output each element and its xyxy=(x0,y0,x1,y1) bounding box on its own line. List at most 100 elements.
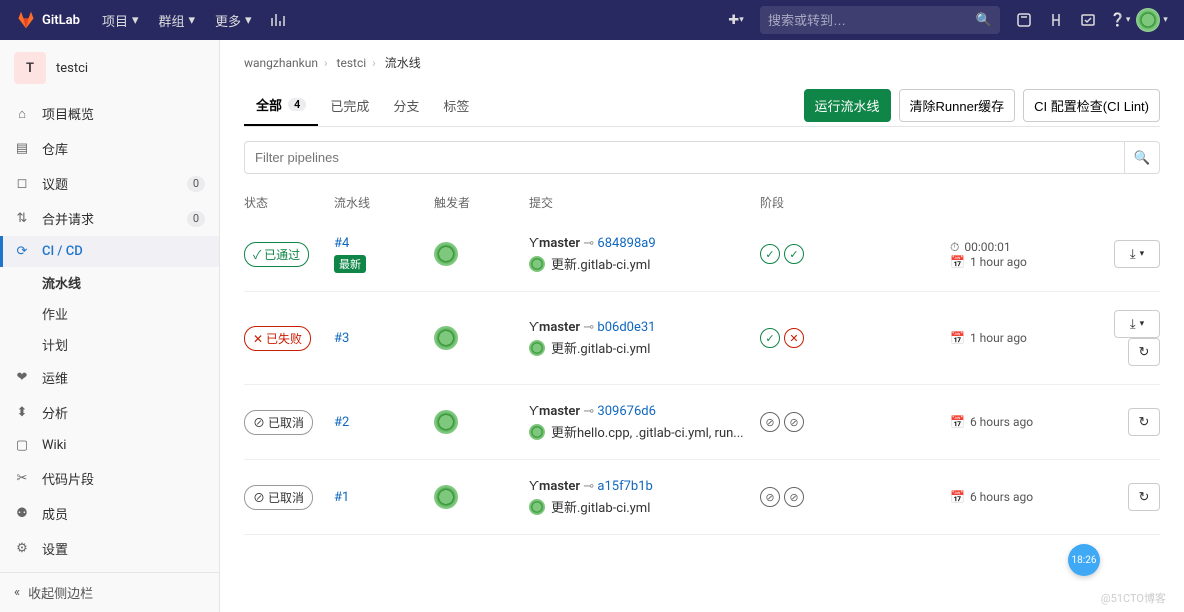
pipeline-row: ⊘ 已取消 #1 Ƴmaster ⊸ a15f7b1b 更新.gitlab-ci… xyxy=(244,460,1160,535)
sidebar-item-repo[interactable]: ▤仓库 xyxy=(0,131,219,166)
analytics-icon: ⬍ xyxy=(14,405,30,420)
triggerer-avatar[interactable] xyxy=(434,326,458,350)
branch-link[interactable]: master xyxy=(539,479,580,494)
brand[interactable]: GitLab xyxy=(16,10,80,30)
col-pipeline: 流水线 xyxy=(334,194,434,211)
home-icon: ⌂ xyxy=(14,106,30,122)
sidebar-item-issues[interactable]: ◻议题0 xyxy=(0,166,219,201)
retry-button[interactable]: ↻ xyxy=(1128,483,1160,511)
mr-shortcut-icon[interactable] xyxy=(1040,0,1072,40)
sidebar-sub-item[interactable]: 作业 xyxy=(0,298,219,329)
nav-more[interactable]: 更多▾ xyxy=(205,0,262,40)
tab-branches[interactable]: 分支 xyxy=(381,86,431,125)
global-search[interactable]: 🔍 xyxy=(760,6,1000,34)
download-button[interactable]: ⤓▾ xyxy=(1114,310,1160,338)
project-header[interactable]: T testci xyxy=(0,40,219,96)
sidebar-item-wiki[interactable]: ▢ Wiki xyxy=(0,430,219,461)
sidebar-item-ops[interactable]: ❤运维 xyxy=(0,360,219,395)
nav-groups[interactable]: 群组▾ xyxy=(148,0,205,40)
sidebar-item-label: 合并请求 xyxy=(42,209,94,228)
calendar-icon: 📅 xyxy=(950,415,965,429)
sidebar-item-mr[interactable]: ⇅ 合并请求 0 xyxy=(0,201,219,236)
nav-projects[interactable]: 项目▾ xyxy=(92,0,149,40)
stage-fail-icon[interactable]: ✕ xyxy=(784,328,804,348)
commit-message: 更新.gitlab-ci.yml xyxy=(551,254,650,273)
stage-pass-icon[interactable]: ✓ xyxy=(784,244,804,264)
sidebar-item-snippets[interactable]: ✂代码片段 xyxy=(0,461,219,496)
ci-lint-button[interactable]: CI 配置检查(CI Lint) xyxy=(1023,89,1160,122)
filter-search-button[interactable]: 🔍 xyxy=(1124,141,1160,174)
branch-icon: Ƴ xyxy=(529,479,539,494)
stage-pass-icon[interactable]: ✓ xyxy=(760,328,780,348)
branch-icon: Ƴ xyxy=(529,404,539,419)
commit-hash-link[interactable]: 309676d6 xyxy=(597,404,655,419)
sidebar-item-analytics[interactable]: ⬍分析 xyxy=(0,395,219,430)
sidebar-sub-item[interactable]: 流水线 xyxy=(0,267,219,298)
tab-tags[interactable]: 标签 xyxy=(431,86,481,125)
sidebar-item-label: 项目概览 xyxy=(42,104,94,123)
commit-hash-link[interactable]: a15f7b1b xyxy=(597,479,652,494)
count-badge: 0 xyxy=(187,211,205,227)
stage-cancel-icon[interactable]: ⊘ xyxy=(760,487,780,507)
plus-icon[interactable]: ✚ ▾ xyxy=(720,0,752,40)
latest-tag: 最新 xyxy=(334,255,366,273)
tab-all[interactable]: 全部4 xyxy=(244,85,318,126)
sidebar-item-members[interactable]: ⚉成员 xyxy=(0,496,219,531)
commit-hash-link[interactable]: b06d0e31 xyxy=(597,320,655,335)
mr-icon: ⇅ xyxy=(14,211,30,226)
pipeline-id-link[interactable]: #2 xyxy=(334,415,349,430)
time-ago: 1 hour ago xyxy=(970,331,1027,345)
sidebar-item-settings[interactable]: ⚙设置 xyxy=(0,531,219,566)
clear-cache-button[interactable]: 清除Runner缓存 xyxy=(899,89,1016,122)
branch-link[interactable]: master xyxy=(539,236,580,251)
branch-link[interactable]: master xyxy=(539,320,580,335)
triggerer-avatar[interactable] xyxy=(434,485,458,509)
run-pipeline-button[interactable]: 运行流水线 xyxy=(804,89,891,122)
download-button[interactable]: ⤓▾ xyxy=(1114,240,1160,268)
stage-pass-icon[interactable]: ✓ xyxy=(760,244,780,264)
commit-hash-link[interactable]: 684898a9 xyxy=(597,236,655,251)
collapse-sidebar[interactable]: « 收起侧边栏 xyxy=(0,572,219,612)
retry-button[interactable]: ↻ xyxy=(1128,338,1160,366)
sidebar-item-label: Wiki xyxy=(42,438,66,453)
status-badge[interactable]: ✓ 已通过 xyxy=(244,242,309,267)
triggerer-avatar[interactable] xyxy=(434,410,458,434)
sidebar-item-cicd[interactable]: ⟳CI / CD xyxy=(0,236,219,267)
branch-link[interactable]: master xyxy=(539,404,580,419)
avatar-icon xyxy=(1136,8,1160,32)
search-input[interactable] xyxy=(768,13,976,28)
floating-time-badge[interactable]: 18:26 xyxy=(1068,544,1100,576)
help-icon[interactable]: ❔▾ xyxy=(1104,0,1136,40)
activity-icon[interactable] xyxy=(262,0,294,40)
tab-finished[interactable]: 已完成 xyxy=(318,86,381,125)
sidebar-item-home[interactable]: ⌂ 项目概览 xyxy=(0,96,219,131)
stage-cancel-icon[interactable]: ⊘ xyxy=(784,412,804,432)
branch-icon: Ƴ xyxy=(529,320,539,335)
pipeline-id-link[interactable]: #4 xyxy=(334,236,349,251)
status-badge[interactable]: ✕ 已失败 xyxy=(244,326,311,351)
author-avatar-icon xyxy=(529,424,545,440)
crumb-current: 流水线 xyxy=(385,56,421,70)
retry-button[interactable]: ↻ xyxy=(1128,408,1160,436)
time-ago: 6 hours ago xyxy=(970,490,1033,504)
status-badge[interactable]: ⊘ 已取消 xyxy=(244,485,313,510)
pipeline-id-link[interactable]: #3 xyxy=(334,331,349,346)
gitlab-logo-icon xyxy=(16,10,36,30)
crumb-owner[interactable]: wangzhankun xyxy=(244,56,318,70)
sidebar-sub-item[interactable]: 计划 xyxy=(0,329,219,360)
crumb-project[interactable]: testci xyxy=(337,56,367,70)
status-badge[interactable]: ⊘ 已取消 xyxy=(244,410,313,435)
stage-cancel-icon[interactable]: ⊘ xyxy=(784,487,804,507)
user-menu[interactable]: ▾ xyxy=(1136,0,1168,40)
todos-icon[interactable] xyxy=(1072,0,1104,40)
issues-shortcut-icon[interactable] xyxy=(1008,0,1040,40)
brand-text: GitLab xyxy=(42,13,80,28)
pipeline-id-link[interactable]: #1 xyxy=(334,490,349,505)
stage-cancel-icon[interactable]: ⊘ xyxy=(760,412,780,432)
triggerer-avatar[interactable] xyxy=(434,242,458,266)
filter-input[interactable] xyxy=(244,141,1124,174)
calendar-icon: 📅 xyxy=(950,490,965,504)
settings-icon: ⚙ xyxy=(14,541,30,556)
wiki-icon: ▢ xyxy=(14,438,30,453)
author-avatar-icon xyxy=(529,256,545,272)
